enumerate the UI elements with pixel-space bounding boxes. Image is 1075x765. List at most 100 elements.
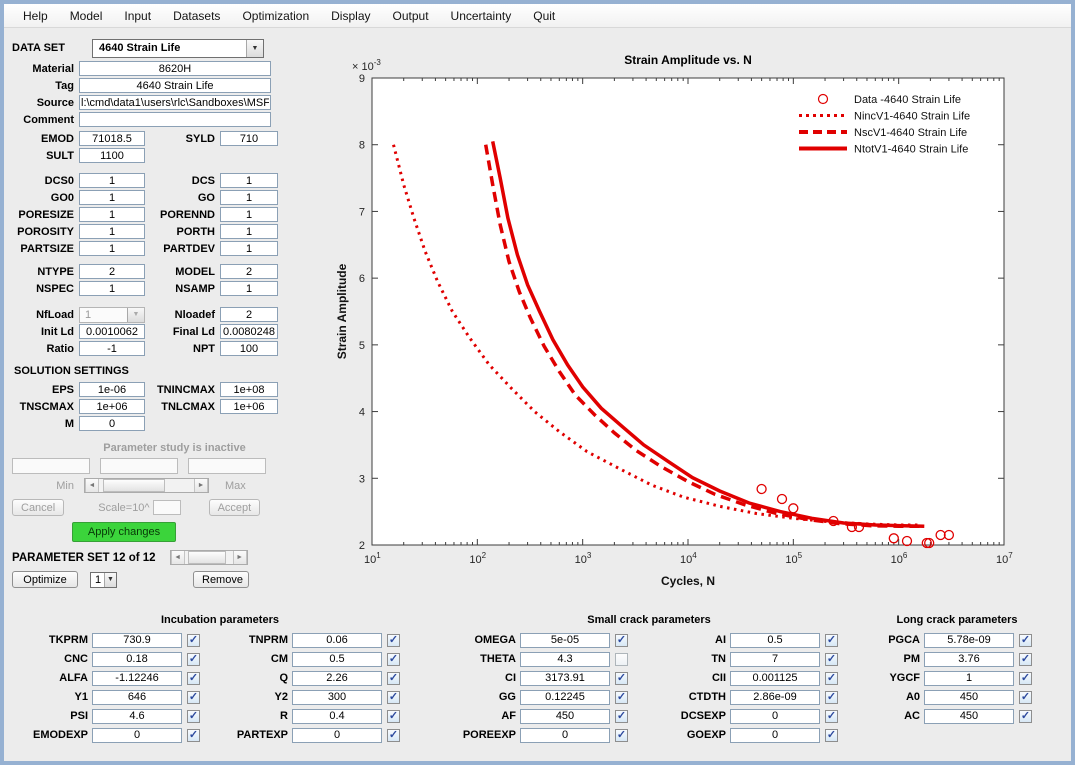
alfa-checkbox[interactable]: ✓ xyxy=(187,672,200,685)
pgca-input[interactable] xyxy=(924,633,1014,648)
final-ld-input[interactable] xyxy=(220,324,278,339)
partsize-input[interactable] xyxy=(79,241,145,256)
partexp-checkbox[interactable]: ✓ xyxy=(387,729,400,742)
tkprm-checkbox[interactable]: ✓ xyxy=(187,634,200,647)
tnprm-input[interactable] xyxy=(292,633,382,648)
pset-left-arrow-icon[interactable]: ◄ xyxy=(171,551,185,564)
optimize-button[interactable]: Optimize xyxy=(12,571,78,588)
sult-input[interactable] xyxy=(79,148,145,163)
af-input[interactable] xyxy=(520,709,610,724)
eps-input[interactable] xyxy=(79,382,145,397)
cm-checkbox[interactable]: ✓ xyxy=(387,653,400,666)
partdev-input[interactable] xyxy=(220,241,278,256)
chevron-down-icon[interactable]: ▼ xyxy=(246,40,263,57)
theta-input[interactable] xyxy=(520,652,610,667)
dataset-dropdown[interactable]: 4640 Strain Life ▼ xyxy=(92,39,264,58)
q-checkbox[interactable]: ✓ xyxy=(387,672,400,685)
menu-uncertainty[interactable]: Uncertainty xyxy=(440,5,523,27)
emodexp-input[interactable] xyxy=(92,728,182,743)
ac-input[interactable] xyxy=(924,709,1014,724)
a0-checkbox[interactable]: ✓ xyxy=(1019,691,1032,704)
ai-checkbox[interactable]: ✓ xyxy=(825,634,838,647)
tkprm-input[interactable] xyxy=(92,633,182,648)
nloadef-input[interactable] xyxy=(220,307,278,322)
cancel-button[interactable]: Cancel xyxy=(12,499,64,516)
r-checkbox[interactable]: ✓ xyxy=(387,710,400,723)
psi-input[interactable] xyxy=(92,709,182,724)
study-slider-thumb[interactable] xyxy=(103,479,165,492)
study-field-2[interactable] xyxy=(100,458,178,474)
nfload-select[interactable]: 1▼ xyxy=(79,307,145,323)
af-checkbox[interactable]: ✓ xyxy=(615,710,628,723)
go0-input[interactable] xyxy=(79,190,145,205)
material-input[interactable] xyxy=(79,61,271,76)
goexp-input[interactable] xyxy=(730,728,820,743)
porennd-input[interactable] xyxy=(220,207,278,222)
remove-button[interactable]: Remove xyxy=(193,571,249,588)
pgca-checkbox[interactable]: ✓ xyxy=(1019,634,1032,647)
dcs0-input[interactable] xyxy=(79,173,145,188)
emodexp-checkbox[interactable]: ✓ xyxy=(187,729,200,742)
chevron-down-icon[interactable]: ▼ xyxy=(127,308,144,322)
study-field-1[interactable] xyxy=(12,458,90,474)
cnc-checkbox[interactable]: ✓ xyxy=(187,653,200,666)
nsamp-input[interactable] xyxy=(220,281,278,296)
y2-input[interactable] xyxy=(292,690,382,705)
pset-slider-thumb[interactable] xyxy=(188,551,226,564)
tnincmax-input[interactable] xyxy=(220,382,278,397)
poreexp-input[interactable] xyxy=(520,728,610,743)
omega-checkbox[interactable]: ✓ xyxy=(615,634,628,647)
apply-changes-button[interactable]: Apply changes xyxy=(72,522,176,542)
comment-input[interactable] xyxy=(79,112,271,127)
slider-right-arrow-icon[interactable]: ► xyxy=(194,479,208,492)
y2-checkbox[interactable]: ✓ xyxy=(387,691,400,704)
y1-input[interactable] xyxy=(92,690,182,705)
tn-checkbox[interactable]: ✓ xyxy=(825,653,838,666)
ratio-input[interactable] xyxy=(79,341,145,356)
m-input[interactable] xyxy=(79,416,145,431)
cii-input[interactable] xyxy=(730,671,820,686)
y1-checkbox[interactable]: ✓ xyxy=(187,691,200,704)
partexp-input[interactable] xyxy=(292,728,382,743)
emod-input[interactable] xyxy=(79,131,145,146)
study-field-3[interactable] xyxy=(188,458,266,474)
ctdth-input[interactable] xyxy=(730,690,820,705)
alfa-input[interactable] xyxy=(92,671,182,686)
menu-display[interactable]: Display xyxy=(320,5,381,27)
menu-optimization[interactable]: Optimization xyxy=(231,5,320,27)
slider-left-arrow-icon[interactable]: ◄ xyxy=(85,479,99,492)
init-ld-input[interactable] xyxy=(79,324,145,339)
source-input[interactable] xyxy=(79,95,271,110)
dcsexp-checkbox[interactable]: ✓ xyxy=(825,710,838,723)
goexp-checkbox[interactable]: ✓ xyxy=(825,729,838,742)
poreexp-checkbox[interactable]: ✓ xyxy=(615,729,628,742)
scale-input[interactable] xyxy=(153,500,181,515)
dcsexp-input[interactable] xyxy=(730,709,820,724)
dcs-input[interactable] xyxy=(220,173,278,188)
ygcf-checkbox[interactable]: ✓ xyxy=(1019,672,1032,685)
poresize-input[interactable] xyxy=(79,207,145,222)
menu-model[interactable]: Model xyxy=(59,5,114,27)
npt-input[interactable] xyxy=(220,341,278,356)
optimize-count-select[interactable]: 1 ▼ xyxy=(90,572,117,588)
ai-input[interactable] xyxy=(730,633,820,648)
go-input[interactable] xyxy=(220,190,278,205)
menu-input[interactable]: Input xyxy=(113,5,162,27)
porth-input[interactable] xyxy=(220,224,278,239)
gg-checkbox[interactable]: ✓ xyxy=(615,691,628,704)
menu-quit[interactable]: Quit xyxy=(522,5,566,27)
theta-checkbox[interactable] xyxy=(615,653,628,666)
ygcf-input[interactable] xyxy=(924,671,1014,686)
pm-input[interactable] xyxy=(924,652,1014,667)
pm-checkbox[interactable]: ✓ xyxy=(1019,653,1032,666)
model-input[interactable] xyxy=(220,264,278,279)
syld-input[interactable] xyxy=(220,131,278,146)
menu-datasets[interactable]: Datasets xyxy=(162,5,231,27)
ci-input[interactable] xyxy=(520,671,610,686)
ci-checkbox[interactable]: ✓ xyxy=(615,672,628,685)
tnscmax-input[interactable] xyxy=(79,399,145,414)
ac-checkbox[interactable]: ✓ xyxy=(1019,710,1032,723)
a0-input[interactable] xyxy=(924,690,1014,705)
nspec-input[interactable] xyxy=(79,281,145,296)
tag-input[interactable] xyxy=(79,78,271,93)
